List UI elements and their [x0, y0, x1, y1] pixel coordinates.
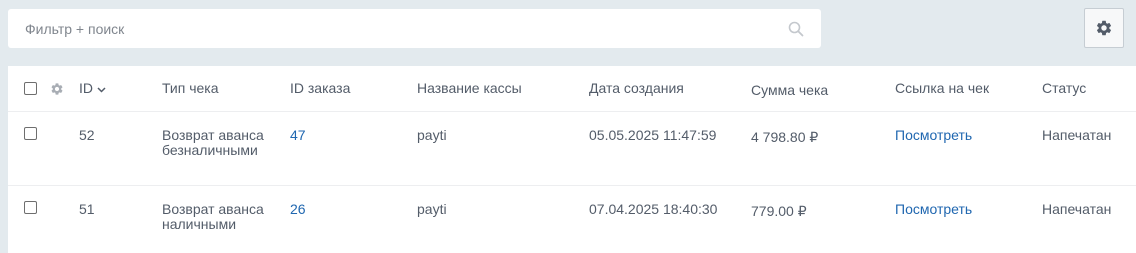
row-sum: 4 798.80 ₽: [751, 129, 819, 145]
settings-button[interactable]: [1084, 8, 1124, 48]
column-header-id[interactable]: ID: [79, 81, 106, 96]
filter-search-bar[interactable]: [8, 9, 821, 48]
search-icon[interactable]: [788, 21, 804, 37]
row-checkbox[interactable]: [24, 127, 37, 140]
receipts-table: ID Тип чека ID заказа Название кассы Дат…: [8, 66, 1136, 253]
row-type: Возврат аванса наличными: [162, 201, 264, 232]
row-type: Возврат аванса безналичными: [162, 127, 264, 158]
column-header-date[interactable]: Дата создания: [589, 81, 684, 96]
column-header-kassa[interactable]: Название кассы: [417, 81, 522, 96]
row-kassa: payti: [417, 127, 447, 143]
column-header-id-label: ID: [79, 80, 93, 96]
column-header-order[interactable]: ID заказа: [290, 81, 350, 96]
table-header: ID Тип чека ID заказа Название кассы Дат…: [8, 66, 1136, 112]
row-sum: 779.00 ₽: [751, 203, 807, 219]
gear-icon: [1096, 20, 1112, 36]
row-id: 52: [79, 127, 95, 143]
table-row[interactable]: 52 Возврат аванса безналичными 47 payti …: [8, 112, 1136, 186]
row-view-link[interactable]: Посмотреть: [895, 128, 972, 143]
row-date: 07.04.2025 18:40:30: [589, 201, 718, 217]
search-input[interactable]: [25, 20, 804, 37]
row-order-link[interactable]: 26: [290, 202, 306, 217]
table-row[interactable]: 51 Возврат аванса наличными 26 payti 07.…: [8, 186, 1136, 253]
row-status: Напечатан: [1042, 127, 1112, 143]
row-date: 05.05.2025 11:47:59: [589, 127, 717, 143]
chevron-down-icon: [97, 86, 106, 93]
column-header-link[interactable]: Ссылка на чек: [895, 81, 989, 96]
row-status: Напечатан: [1042, 201, 1112, 217]
row-checkbox[interactable]: [24, 201, 37, 214]
row-view-link[interactable]: Посмотреть: [895, 202, 972, 217]
row-kassa: payti: [417, 201, 447, 217]
column-header-type[interactable]: Тип чека: [162, 81, 272, 96]
select-all-checkbox[interactable]: [24, 82, 37, 95]
column-header-status[interactable]: Статус: [1042, 81, 1086, 96]
column-header-sum[interactable]: Сумма чека: [751, 83, 828, 98]
row-order-link[interactable]: 47: [290, 128, 306, 143]
row-id: 51: [79, 201, 95, 217]
gear-icon[interactable]: [50, 82, 64, 96]
